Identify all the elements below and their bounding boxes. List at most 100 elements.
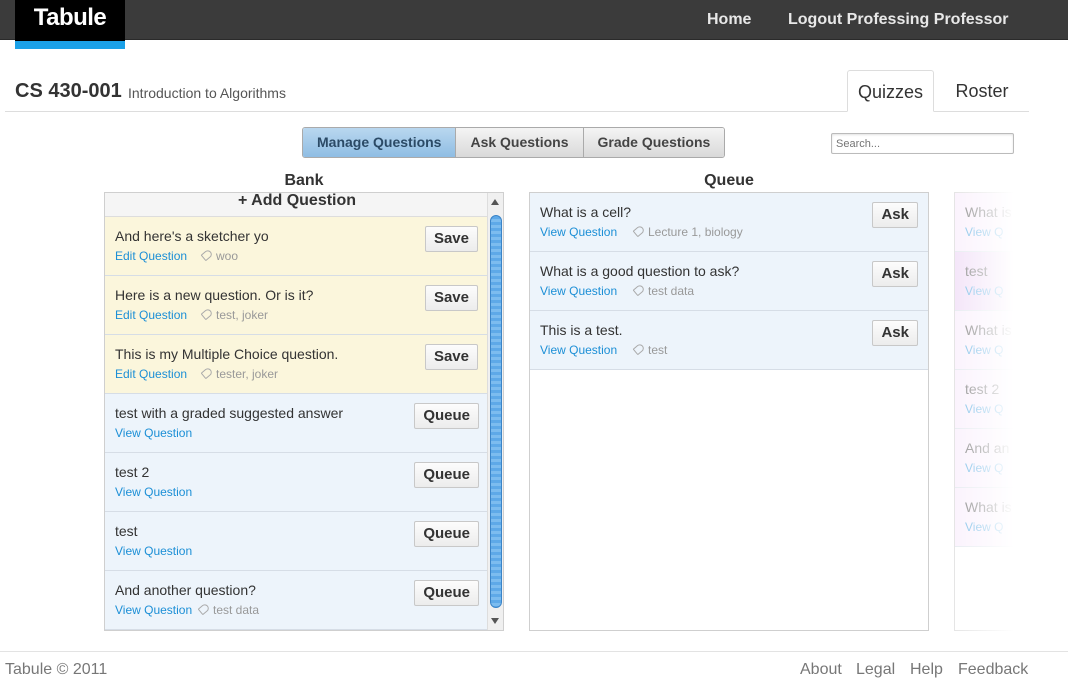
bank-title: Bank <box>284 172 324 189</box>
view-question-link[interactable]: View Question <box>540 225 617 239</box>
queue-button[interactable]: Queue <box>414 403 479 429</box>
view-question-link[interactable]: View Q <box>965 284 1003 298</box>
view-question-link[interactable]: View Question <box>540 343 617 357</box>
footer-legal-link[interactable]: Legal <box>856 661 895 679</box>
question-text: Here is a new question. Or is it? <box>115 287 314 303</box>
view-question-link[interactable]: View Q <box>965 520 1003 534</box>
view-question-link[interactable]: View Question <box>115 544 192 558</box>
logo-stripe <box>15 41 125 49</box>
question-text: test <box>965 263 988 279</box>
edit-question-link[interactable]: Edit Question <box>115 308 187 322</box>
view-question-link[interactable]: View Question <box>115 485 192 499</box>
ask-questions-button[interactable]: Ask Questions <box>455 128 583 157</box>
mode-switcher: Manage Questions Ask Questions Grade Que… <box>302 127 726 158</box>
footer-feedback-link[interactable]: Feedback <box>958 661 1028 679</box>
question-text: And here's a sketcher yo <box>115 228 269 244</box>
tag-icon <box>632 283 646 297</box>
question-text: test with a graded suggested answer <box>115 405 344 421</box>
queue-item: What is a good question to ask? View Ques… <box>530 252 928 311</box>
tags-text: test, joker <box>216 308 269 322</box>
bank-item: test View Question Queue <box>105 512 489 571</box>
tags-text: tester, joker <box>216 367 279 381</box>
asked-item: What is View Q <box>955 488 1014 547</box>
ask-button[interactable]: Ask <box>872 320 918 346</box>
footer-help-link[interactable]: Help <box>910 661 943 679</box>
question-text: test 2 <box>115 464 150 480</box>
question-text: And another question? <box>115 582 256 598</box>
question-text: What is <box>965 322 1012 338</box>
question-tags: Lecture 1, biology <box>632 224 743 239</box>
queue-item: This is a test. View Question test Ask <box>530 311 928 370</box>
tag-icon <box>200 366 214 380</box>
queue-item: What is a cell? View Question Lecture 1, b… <box>530 193 928 252</box>
tag-icon <box>632 342 646 356</box>
question-text: What is a cell? <box>540 204 632 220</box>
asked-item: What is View Q <box>955 193 1014 252</box>
bank-item: test 2 View Question Queue <box>105 453 489 512</box>
question-text: test <box>115 523 138 539</box>
tag-icon <box>632 224 646 238</box>
queue-button[interactable]: Queue <box>414 580 479 606</box>
top-bar: Tabule Home Logout Professing Professor <box>0 0 1068 49</box>
save-button[interactable]: Save <box>424 226 478 252</box>
edit-question-link[interactable]: Edit Question <box>115 367 187 381</box>
ask-button[interactable]: Ask <box>872 261 918 287</box>
bank-scrollbar[interactable] <box>487 193 503 630</box>
question-text: What is <box>965 204 1012 220</box>
question-text: This is a test. <box>540 322 623 338</box>
manage-questions-button[interactable]: Manage Questions <box>303 128 456 157</box>
bank-list: And here's a sketcher yo Edit Question woo… <box>105 217 503 630</box>
search-input[interactable] <box>831 133 1014 154</box>
asked-item: And an View Q <box>955 429 1014 488</box>
asked-item: test View Q <box>955 252 1014 311</box>
edit-question-link[interactable]: Edit Question <box>115 249 187 263</box>
bank-item: And here's a sketcher yo Edit Question woo… <box>105 217 489 276</box>
view-question-link[interactable]: View Q <box>965 225 1003 239</box>
question-tags: test <box>632 342 668 357</box>
tags-text: test <box>648 343 668 357</box>
tab-quizzes[interactable]: Quizzes <box>847 70 934 112</box>
view-question-link[interactable]: View Q <box>965 402 1003 416</box>
app-logo[interactable]: Tabule <box>15 0 125 49</box>
footer-divider <box>0 651 1068 652</box>
queue-button[interactable]: Queue <box>414 521 479 547</box>
scroll-down-arrow-icon[interactable] <box>491 618 499 624</box>
scroll-thumb[interactable] <box>490 215 502 608</box>
save-button[interactable]: Save <box>424 344 478 370</box>
queue-panel: What is a cell? View Question Lecture 1, b… <box>529 192 929 631</box>
tags-text: Lecture 1, biology <box>648 225 743 239</box>
course-name: Introduction to Algorithms <box>128 85 286 101</box>
view-question-link[interactable]: View Q <box>965 461 1003 475</box>
question-text: test 2 <box>965 381 1000 397</box>
queue-button[interactable]: Queue <box>414 462 479 488</box>
asked-item: test 2 View Q <box>955 370 1014 429</box>
nav-home-link[interactable]: Home <box>707 11 751 29</box>
question-tags: woo <box>200 248 238 263</box>
view-question-link[interactable]: View Q <box>965 343 1003 357</box>
bank-item: test with a graded suggested answer View … <box>105 394 489 453</box>
queue-list: What is a cell? View Question Lecture 1, b… <box>530 193 928 370</box>
copyright: Tabule © 2011 <box>5 661 108 678</box>
scroll-up-arrow-icon[interactable] <box>491 199 499 205</box>
view-question-link[interactable]: View Question <box>540 284 617 298</box>
ask-button[interactable]: Ask <box>872 202 918 228</box>
tag-icon <box>197 602 211 616</box>
nav-logout-link[interactable]: Logout Professing Professor <box>788 11 1008 29</box>
question-tags: test, joker <box>200 307 269 322</box>
tags-text: test data <box>213 603 260 617</box>
asked-panel: What is View Qtest View Q What is View Qtest… <box>954 192 1014 631</box>
queue-title: Queue <box>704 172 754 189</box>
view-question-link[interactable]: View Question <box>115 603 192 617</box>
question-text: This is my Multiple Choice question. <box>115 346 339 362</box>
bank-item: And another question? View Question test d… <box>105 571 489 630</box>
question-tags: test data <box>632 283 694 298</box>
footer-about-link[interactable]: About <box>800 661 842 679</box>
question-text: And an <box>965 440 1010 456</box>
add-question-button[interactable]: + Add Question <box>105 193 489 217</box>
question-tags: test data <box>197 602 260 617</box>
tab-roster[interactable]: Roster <box>940 70 1024 112</box>
bank-item: Here is a new question. Or is it? Edit Qu… <box>105 276 489 335</box>
view-question-link[interactable]: View Question <box>115 426 192 440</box>
grade-questions-button[interactable]: Grade Questions <box>582 128 725 157</box>
save-button[interactable]: Save <box>424 285 478 311</box>
